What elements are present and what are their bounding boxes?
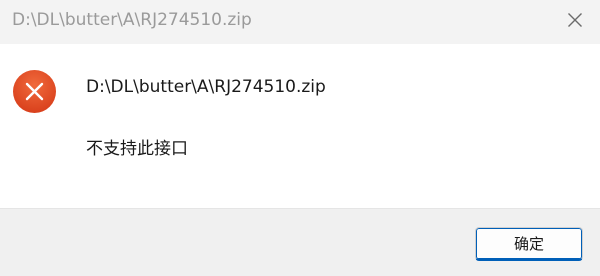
window-title: D:\DL\butter\A\RJ274510.zip bbox=[12, 10, 252, 30]
dialog-footer: 确定 bbox=[0, 208, 600, 276]
ok-button[interactable]: 确定 bbox=[475, 227, 583, 261]
error-icon bbox=[12, 69, 57, 114]
title-bar[interactable]: D:\DL\butter\A\RJ274510.zip bbox=[0, 0, 600, 44]
file-path-text: D:\DL\butter\A\RJ274510.zip bbox=[86, 77, 326, 97]
error-message: 不支持此接口 bbox=[86, 139, 188, 159]
dialog-body: D:\DL\butter\A\RJ274510.zip 不支持此接口 bbox=[0, 44, 600, 208]
close-button[interactable] bbox=[550, 0, 600, 44]
close-icon bbox=[567, 12, 583, 32]
error-dialog: D:\DL\butter\A\RJ274510.zip D:\DL\butter… bbox=[0, 0, 600, 276]
